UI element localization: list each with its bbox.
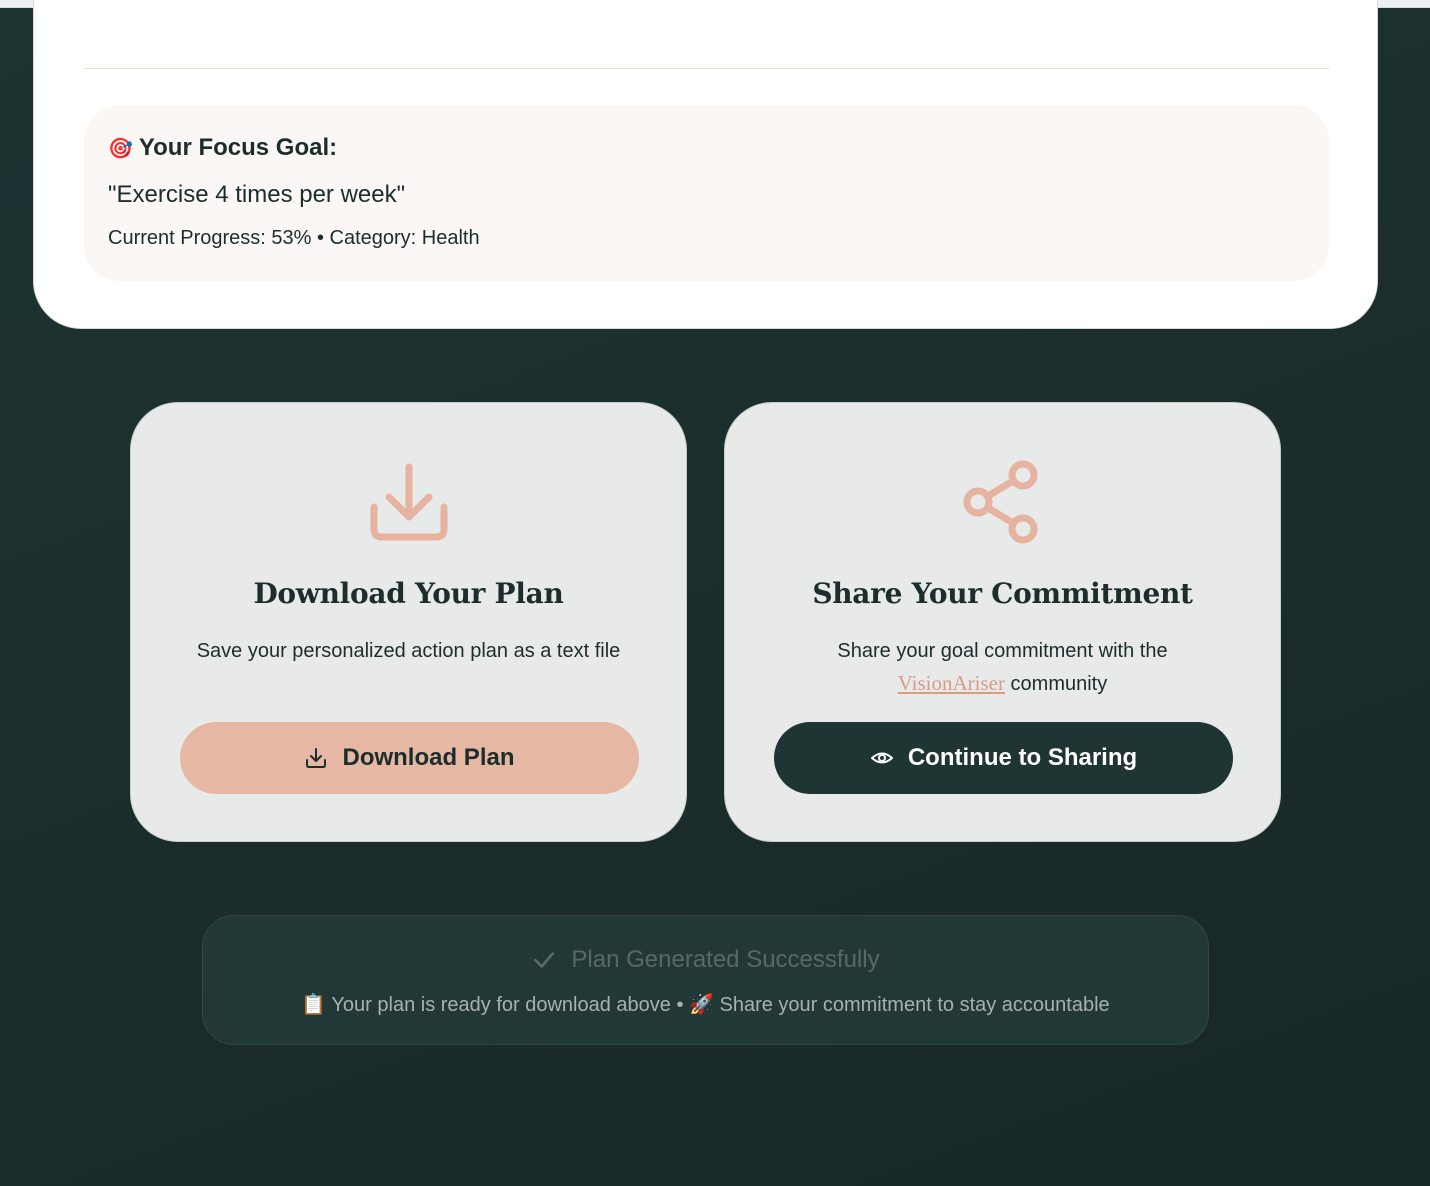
focus-goal-heading-text: Your Focus Goal: [138, 134, 338, 161]
download-plan-card: Download Your Plan Save your personalize… [130, 402, 687, 842]
focus-goal-box: 🎯 Your Focus Goal: "Exercise 4 times per… [84, 105, 1329, 281]
share-nodes-icon [963, 460, 1037, 544]
check-icon [534, 952, 555, 968]
eye-icon [870, 752, 893, 764]
visionariser-link[interactable]: VisionAriser [898, 671, 1005, 695]
share-card-title: Share Your Commitment [812, 577, 1193, 610]
plan-divider [84, 68, 1329, 69]
share-commitment-card: Share Your Commitment Share your goal co… [724, 402, 1281, 842]
dart-target-icon: 🎯 [108, 137, 133, 160]
plan-summary-card: 🎯 Your Focus Goal: "Exercise 4 times per… [33, 0, 1378, 329]
focus-goal-quote: "Exercise 4 times per week" [108, 181, 406, 208]
share-card-description: Share your goal commitment with the Visi… [765, 635, 1240, 700]
plan-success-banner: Plan Generated Successfully 📋 Your plan … [202, 915, 1209, 1045]
share-description-text: Share your goal commitment with the [837, 640, 1168, 662]
download-card-title: Download Your Plan [253, 577, 564, 610]
download-plan-button[interactable]: Download Plan [180, 722, 639, 794]
share-description-suffix: community [1010, 673, 1108, 695]
continue-to-sharing-label: Continue to Sharing [907, 744, 1138, 771]
success-title: Plan Generated Successfully [203, 946, 1208, 974]
success-title-text: Plan Generated Successfully [571, 946, 880, 973]
download-icon [306, 748, 327, 768]
focus-goal-meta: Current Progress: 53% • Category: Health [108, 227, 480, 249]
focus-goal-heading: 🎯 Your Focus Goal: [108, 133, 1305, 163]
download-plan-button-label: Download Plan [342, 744, 515, 771]
continue-to-sharing-button[interactable]: Continue to Sharing [774, 722, 1233, 794]
download-tray-icon [370, 463, 447, 541]
download-card-description: Save your personalized action plan as a … [196, 640, 621, 662]
success-message: 📋 Your plan is ready for download above … [301, 994, 1110, 1016]
